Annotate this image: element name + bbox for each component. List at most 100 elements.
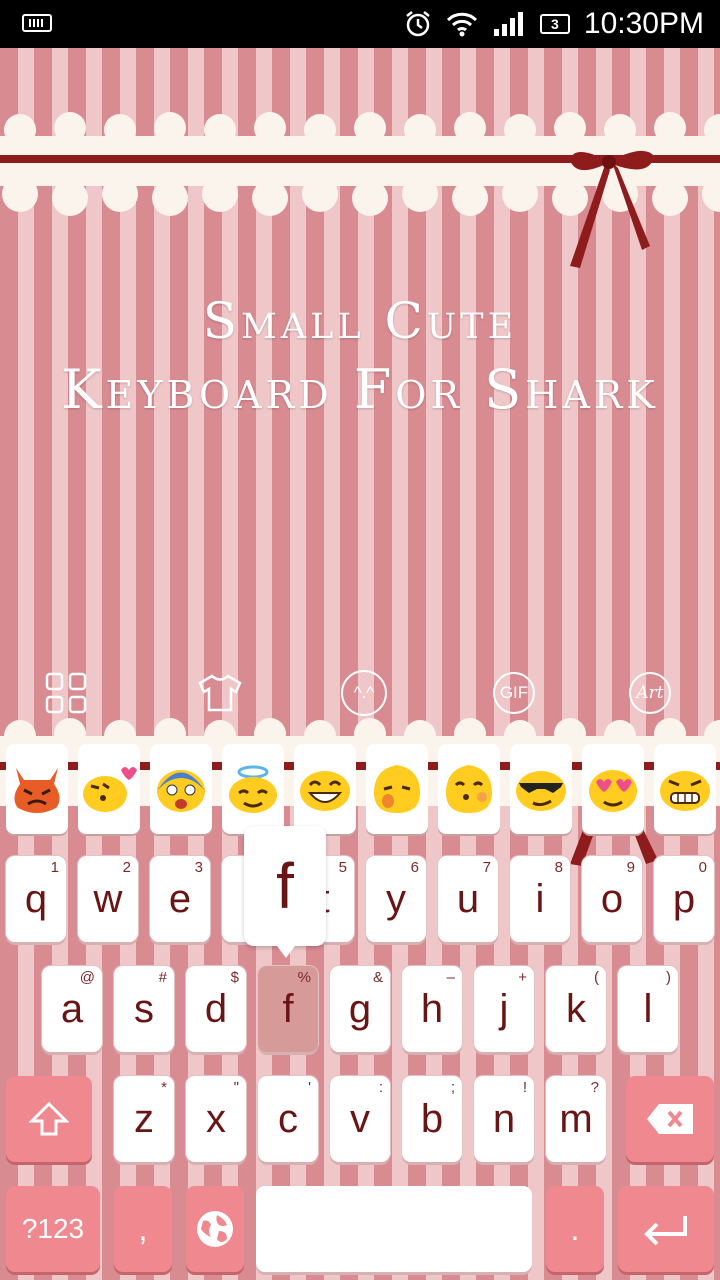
art-label: Art bbox=[629, 672, 671, 714]
key-label: k bbox=[566, 986, 586, 1031]
key-c[interactable]: ' c bbox=[258, 1076, 318, 1162]
key-i[interactable]: 8i bbox=[510, 856, 570, 942]
key-j[interactable]: + j bbox=[474, 966, 534, 1052]
enter-key[interactable] bbox=[618, 1186, 714, 1272]
key-preview-popup: f bbox=[244, 826, 326, 958]
key-hint: + bbox=[518, 969, 527, 986]
bow-icon bbox=[570, 150, 654, 268]
key-hint: – bbox=[446, 969, 455, 986]
keyboard-icon bbox=[22, 14, 52, 32]
key-label: m bbox=[559, 1096, 593, 1141]
enter-icon bbox=[644, 1216, 687, 1246]
key-hint: ; bbox=[450, 1079, 455, 1096]
key-label: u bbox=[456, 876, 480, 921]
key-hint: 1 bbox=[50, 859, 59, 876]
emoji-angry-devil[interactable] bbox=[6, 744, 68, 834]
wifi-icon bbox=[446, 11, 478, 37]
key-hint: 9 bbox=[626, 859, 635, 876]
key-g[interactable]: & g bbox=[330, 966, 390, 1052]
key-hint: % bbox=[297, 969, 311, 986]
shift-key[interactable] bbox=[6, 1076, 92, 1162]
key-z[interactable]: * z bbox=[114, 1076, 174, 1162]
key-w[interactable]: 2w bbox=[78, 856, 138, 942]
language-key[interactable] bbox=[186, 1186, 244, 1272]
emoji-heart-eyes[interactable] bbox=[582, 744, 644, 834]
emoji-sunglasses[interactable] bbox=[510, 744, 572, 834]
key-hint: ? bbox=[590, 1079, 599, 1096]
key-label: g bbox=[348, 986, 372, 1031]
key-f[interactable]: % f bbox=[258, 966, 318, 1052]
symbols-key[interactable]: ?123 bbox=[6, 1186, 100, 1272]
title-line2: Keyboard For Shark bbox=[61, 358, 659, 421]
key-hint: ! bbox=[522, 1079, 527, 1096]
key-u[interactable]: 7u bbox=[438, 856, 498, 942]
key-label: q bbox=[24, 876, 48, 921]
key-n[interactable]: ! n bbox=[474, 1076, 534, 1162]
emoji-kiss-heart[interactable] bbox=[78, 744, 140, 834]
backspace-icon bbox=[647, 1104, 693, 1134]
key-label: y bbox=[386, 876, 406, 921]
emoji-grinning[interactable] bbox=[294, 744, 356, 834]
key-b[interactable]: ; b bbox=[402, 1076, 462, 1162]
title-line1: Small Cute bbox=[202, 292, 518, 350]
key-label: j bbox=[499, 986, 509, 1031]
key-a[interactable]: @ a bbox=[42, 966, 102, 1052]
key-label: a bbox=[60, 986, 84, 1031]
shift-arrow-icon bbox=[29, 1101, 69, 1136]
key-v[interactable]: :v bbox=[330, 1076, 390, 1162]
gif-label: GIF bbox=[493, 672, 535, 714]
key-hint: 3 bbox=[194, 859, 203, 876]
emoji-kissing[interactable] bbox=[438, 744, 500, 834]
key-label: f bbox=[282, 986, 294, 1031]
emoji-sleepy[interactable] bbox=[366, 744, 428, 834]
key-hint: 7 bbox=[482, 859, 491, 876]
key-k[interactable]: (k bbox=[546, 966, 606, 1052]
key-o[interactable]: 9o bbox=[582, 856, 642, 942]
key-hint: ( bbox=[594, 969, 599, 986]
key-hint: 6 bbox=[410, 859, 419, 876]
key-hint: & bbox=[372, 969, 383, 986]
emoji-fearful[interactable] bbox=[150, 744, 212, 834]
backspace-key[interactable] bbox=[626, 1076, 714, 1162]
key-label: l bbox=[643, 986, 653, 1031]
key-q[interactable]: 1q bbox=[6, 856, 66, 942]
key-p[interactable]: 0p bbox=[654, 856, 714, 942]
key-s[interactable]: # s bbox=[114, 966, 174, 1052]
theme-shirt-icon[interactable] bbox=[196, 668, 244, 718]
apps-grid-icon[interactable] bbox=[42, 668, 90, 718]
key-label: b bbox=[420, 1096, 444, 1141]
emoji-grimacing[interactable] bbox=[654, 744, 716, 834]
key-hint: $ bbox=[230, 969, 239, 986]
key-hint: 0 bbox=[698, 859, 707, 876]
emoji-suggestion-row bbox=[0, 744, 720, 836]
key-m[interactable]: ? m bbox=[546, 1076, 606, 1162]
key-label: d bbox=[204, 986, 228, 1031]
emoji-angel[interactable] bbox=[222, 744, 284, 834]
space-bar[interactable] bbox=[256, 1186, 532, 1272]
key-label: o bbox=[600, 876, 624, 921]
gif-icon[interactable]: GIF bbox=[490, 668, 538, 718]
key-label: x bbox=[206, 1096, 226, 1141]
key-label: h bbox=[420, 986, 444, 1031]
signal-icon bbox=[492, 11, 526, 37]
key-label: v bbox=[350, 1096, 370, 1141]
art-icon[interactable]: Art bbox=[626, 668, 674, 718]
key-hint: @ bbox=[79, 969, 95, 986]
status-bar: 3 10:30PM bbox=[0, 0, 720, 48]
key-hint: 8 bbox=[554, 859, 563, 876]
key-y[interactable]: 6y bbox=[366, 856, 426, 942]
key-hint: # bbox=[158, 969, 167, 986]
key-label: c bbox=[278, 1096, 298, 1141]
comma-key[interactable]: , bbox=[114, 1186, 172, 1272]
key-x[interactable]: " x bbox=[186, 1076, 246, 1162]
key-d[interactable]: $ d bbox=[186, 966, 246, 1052]
emoticon-icon[interactable]: ^.^ bbox=[340, 668, 388, 718]
clock: 10:30PM bbox=[583, 7, 704, 40]
period-key[interactable]: . bbox=[546, 1186, 604, 1272]
key-h[interactable]: – h bbox=[402, 966, 462, 1052]
key-e[interactable]: 3e bbox=[150, 856, 210, 942]
key-label: s bbox=[134, 986, 154, 1031]
key-l[interactable]: ) l bbox=[618, 966, 678, 1052]
key-hint: 5 bbox=[338, 859, 347, 876]
battery-icon: 3 bbox=[539, 14, 570, 34]
